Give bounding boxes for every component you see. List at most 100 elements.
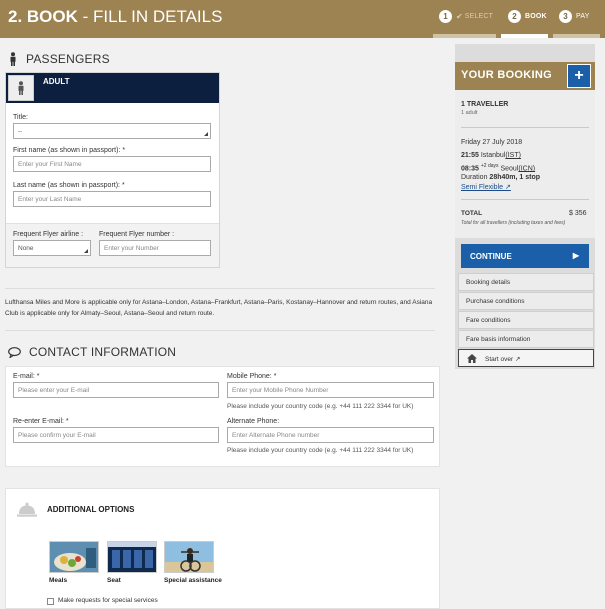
first-name-input[interactable]: Enter your First Name <box>13 156 211 172</box>
booking-title: YOUR BOOKING <box>461 69 552 81</box>
divider <box>461 127 589 128</box>
step-pay: 3 PAY <box>559 9 590 23</box>
fare-type-link[interactable]: Semi Flexible ↗ <box>461 183 511 191</box>
home-icon <box>467 354 477 365</box>
step-book-label: BOOK <box>525 12 547 20</box>
title-select[interactable]: -- <box>13 123 211 139</box>
contact-heading: CONTACT INFORMATION <box>8 345 176 359</box>
arrival-day-offset: +2 days <box>480 163 499 169</box>
email-input[interactable]: Please enter your E-mail <box>13 382 219 398</box>
person-icon <box>8 52 18 66</box>
seat-label[interactable]: Seat <box>107 577 121 584</box>
passengers-heading: PASSENGERS <box>8 52 110 66</box>
frequent-flyer-section: Frequent Flyer airline : None Frequent F… <box>6 223 219 267</box>
title-label: Title: <box>13 114 28 121</box>
continue-label: CONTINUE <box>470 251 512 261</box>
meals-label[interactable]: Meals <box>49 577 67 584</box>
fare-type: Semi Flexible <box>461 184 504 191</box>
special-assistance-image[interactable] <box>164 541 214 573</box>
passenger-card-header: ADULT <box>6 73 219 103</box>
booking-details-link[interactable]: Booking details <box>458 273 594 291</box>
ff-airline-select[interactable]: None <box>13 240 91 256</box>
passenger-avatar <box>8 75 34 101</box>
step-2-circle: 2 <box>508 9 521 23</box>
external-link-icon: ↗ <box>515 356 521 363</box>
page-header: 2. BOOK - FILL IN DETAILS 1 ✔ SELECT 2 B… <box>0 0 605 38</box>
ff-number-label: Frequent Flyer number : <box>99 231 175 238</box>
start-over-button[interactable]: Start over ↗ <box>458 349 594 367</box>
step-progress-book <box>501 34 548 38</box>
departure-city: Istanbul <box>480 152 506 159</box>
divider <box>461 199 589 200</box>
duration-value: 28h40m, 1 stop <box>489 174 540 181</box>
seat-image[interactable] <box>107 541 157 573</box>
last-name-label: Last name (as shown in passport): * <box>13 182 125 189</box>
reemail-input[interactable]: Please confirm your E-mail <box>13 427 219 443</box>
traveller-count: 1 TRAVELLER <box>461 101 509 108</box>
total-label: TOTAL <box>461 210 483 217</box>
first-name-label: First name (as shown in passport): * <box>13 147 126 154</box>
departure-code[interactable]: (IST) <box>505 152 521 159</box>
email-label: E-mail: * <box>13 373 40 380</box>
purchase-conditions-link[interactable]: Purchase conditions <box>458 292 594 310</box>
departure-row: 21:55 Istanbul(IST) <box>461 152 521 159</box>
contact-card: E-mail: * Please enter your E-mail Re-en… <box>5 366 440 467</box>
last-name-input[interactable]: Enter your Last Name <box>13 191 211 207</box>
start-over-label: Start over <box>485 356 514 363</box>
loyalty-note: Lufthansa Miles and More is applicable o… <box>5 299 433 317</box>
step-3-circle: 3 <box>559 9 572 23</box>
step-title: - FILL IN DETAILS <box>77 7 223 26</box>
arrival-code[interactable]: (ICN) <box>518 165 535 172</box>
check-icon: ✔ <box>456 11 463 21</box>
passenger-type-label: ADULT <box>43 77 70 86</box>
step-progress-pay <box>553 34 600 38</box>
reemail-label: Re-enter E-mail: * <box>13 418 69 425</box>
chevron-right-icon: ▶ <box>572 251 579 260</box>
special-assistance-label[interactable]: Special assistance <box>164 577 222 584</box>
step-book: 2 BOOK <box>508 9 547 23</box>
expand-booking-button[interactable]: + <box>567 64 591 88</box>
step-1-circle: 1 <box>439 9 452 23</box>
divider <box>5 330 435 331</box>
step-pay-label: PAY <box>576 12 590 20</box>
passengers-title: PASSENGERS <box>26 52 110 66</box>
mobile-label: Mobile Phone: * <box>227 373 277 380</box>
departure-time: 21:55 <box>461 152 479 159</box>
speech-bubble-icon <box>8 346 21 358</box>
ff-number-input[interactable]: Enter your Number <box>99 240 211 256</box>
person-icon <box>18 81 24 95</box>
divider <box>5 288 435 289</box>
total-note: Total for all travellers (including taxe… <box>461 220 566 226</box>
step-select-label: SELECT <box>464 12 494 20</box>
page-title: 2. BOOK - FILL IN DETAILS <box>8 7 222 27</box>
special-requests-checkbox[interactable] <box>47 598 54 605</box>
duration-label: Duration <box>461 174 488 181</box>
arrival-row: 08:35 +2 days Seoul(ICN) <box>461 163 535 172</box>
special-requests-label[interactable]: Make requests for special services <box>58 597 158 604</box>
step-select[interactable]: 1 ✔ SELECT <box>439 9 493 23</box>
duration-row: Duration 28h40m, 1 stop <box>461 174 540 181</box>
additional-options-title: ADDITIONAL OPTIONS <box>47 505 135 514</box>
mobile-hint: Please include your country code (e.g. +… <box>227 403 414 410</box>
meals-image[interactable] <box>49 541 99 573</box>
step-progress-select <box>433 34 496 38</box>
alt-phone-input[interactable]: Enter Alternate Phone number <box>227 427 434 443</box>
adult-count: 1 adult <box>461 110 478 116</box>
fare-basis-link[interactable]: Fare basis information <box>458 330 594 348</box>
service-bell-icon <box>16 502 38 523</box>
continue-button[interactable]: CONTINUE ▶ <box>461 244 589 268</box>
contact-title: CONTACT INFORMATION <box>29 345 177 359</box>
alt-phone-hint: Please include your country code (e.g. +… <box>227 447 414 454</box>
ff-airline-label: Frequent Flyer airline : <box>13 231 84 238</box>
total-price: $ 356 <box>569 210 587 217</box>
additional-options-card: ADDITIONAL OPTIONS Meals Seat Special as… <box>5 488 440 609</box>
passenger-card: ADULT Title: -- First name (as shown in … <box>5 72 220 268</box>
fare-conditions-link[interactable]: Fare conditions <box>458 311 594 329</box>
arrival-time: 08:35 <box>461 165 479 173</box>
external-link-icon: ↗ <box>504 184 511 191</box>
step-number: 2. BOOK <box>8 7 78 26</box>
flight-date: Friday 27 July 2018 <box>461 139 523 146</box>
arrival-city: Seoul <box>500 165 519 173</box>
alt-phone-label: Alternate Phone: <box>227 418 280 425</box>
mobile-input[interactable]: Enter your Mobile Phone Number <box>227 382 434 398</box>
